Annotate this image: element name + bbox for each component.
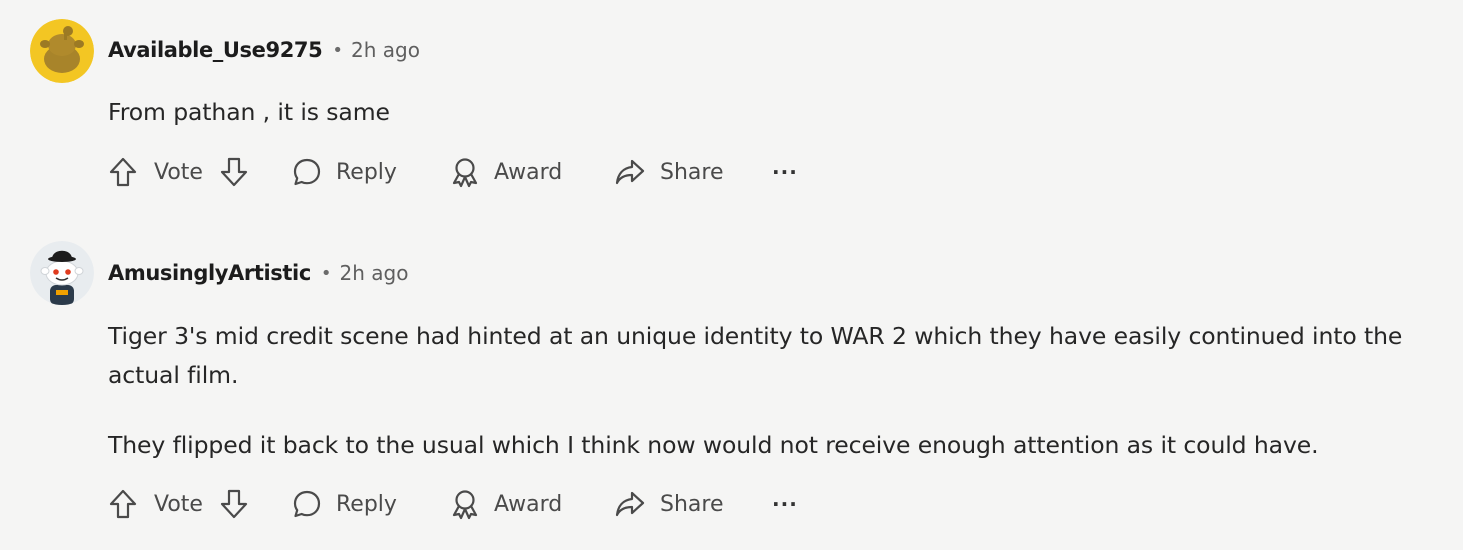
comment-paragraph: They flipped it back to the usual which … [108,431,1319,459]
share-label: Share [660,159,724,185]
comment-paragraph: From pathan , it is same [108,98,390,126]
comment-actions: Vote Reply Award Share ··· [108,484,808,524]
award-label: Award [494,159,563,185]
upvote-button[interactable] [108,152,138,192]
share-arrow-icon [615,159,645,185]
reply-button[interactable]: Reply [292,484,397,524]
award-button[interactable]: Award [450,484,562,524]
comment-meta: Available_Use9275 • 2h ago [108,38,420,62]
award-button[interactable]: Award [450,152,562,192]
comment-body: From pathan , it is same [108,93,1443,132]
share-button[interactable]: Share [614,152,724,192]
snoo-bowler-hat-avatar-icon [30,241,94,305]
timestamp[interactable]: 2h ago [340,261,409,285]
award-ribbon-icon [452,158,478,188]
award-label: Award [494,491,563,517]
comment-paragraph: Tiger 3's mid credit scene had hinted at… [108,322,1403,389]
reply-label: Reply [336,491,397,517]
more-options-button[interactable]: ··· [772,484,798,524]
comment-bubble-icon [293,158,321,186]
share-button[interactable]: Share [614,484,724,524]
vote-count: Vote [154,159,203,185]
award-ribbon-icon [452,490,478,520]
timestamp[interactable]: 2h ago [351,38,420,62]
arrow-up-icon [109,157,137,187]
meta-separator: • [332,39,343,61]
share-label: Share [660,491,724,517]
reply-button[interactable]: Reply [292,152,397,192]
arrow-down-icon [220,489,248,519]
user-avatar[interactable] [30,241,94,305]
snoo-yellow-avatar-icon [30,19,94,83]
reply-label: Reply [336,159,397,185]
username-link[interactable]: AmusinglyArtistic [108,261,311,285]
arrow-down-icon [220,157,248,187]
arrow-up-icon [109,489,137,519]
comment-body: Tiger 3's mid credit scene had hinted at… [108,317,1443,465]
share-arrow-icon [615,491,645,517]
upvote-button[interactable] [108,484,138,524]
comment-meta: AmusinglyArtistic • 2h ago [108,261,408,285]
vote-count: Vote [154,491,203,517]
user-avatar[interactable] [30,19,94,83]
comment-bubble-icon [293,490,321,518]
more-options-button[interactable]: ··· [772,152,798,192]
username-link[interactable]: Available_Use9275 [108,38,323,62]
comment-actions: Vote Reply Award Share ··· [108,152,808,192]
meta-separator: • [320,262,332,284]
downvote-button[interactable] [219,152,249,192]
downvote-button[interactable] [219,484,249,524]
